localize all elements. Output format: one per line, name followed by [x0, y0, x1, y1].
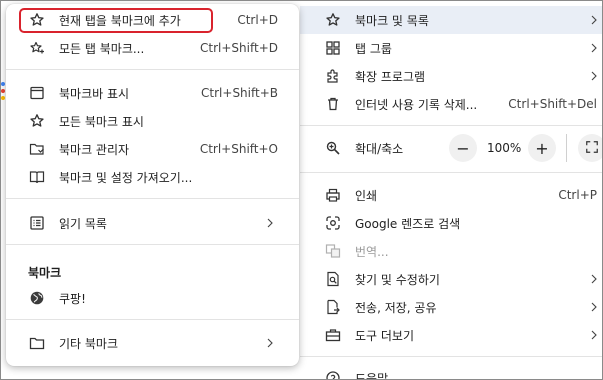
extension-icon [324, 67, 342, 85]
star-icon [324, 11, 342, 29]
chevron-right-icon [589, 328, 599, 342]
menu-item-send-save-share[interactable]: 전송, 저장, 공유 [300, 293, 603, 321]
menu-item-label: 도구 더보기 [355, 328, 415, 343]
zoom-level: 100% [487, 141, 522, 155]
highlight-box [19, 8, 213, 33]
submenu-item-bookmark-coupang[interactable]: 쿠팡! [6, 284, 299, 312]
bookmarks-submenu: 현재 탭을 북마크에 추가 Ctrl+D 모든 탭 북마크... Ctrl+Sh… [6, 4, 299, 366]
menu-item-find-and-edit[interactable]: 찾기 및 수정하기 [300, 265, 603, 293]
submenu-item-label: 읽기 목록 [59, 216, 107, 231]
menu-item-label: 찾기 및 수정하기 [355, 272, 440, 287]
menu-item-label: 번역... [355, 244, 389, 259]
folder-icon [28, 334, 46, 352]
menu-item-tab-groups[interactable]: 탭 그룹 [300, 34, 603, 62]
reading-list-icon [28, 214, 46, 232]
folder-manage-icon [28, 140, 46, 158]
chrome-main-menu: 북마크 및 목록 탭 그룹 확장 프로그램 인터넷 사용 기록 삭제... Ct… [300, 0, 603, 380]
submenu-item-bookmark-manager[interactable]: 북마크 관리자 Ctrl+Shift+O [6, 135, 299, 163]
submenu-item-label: 모든 탭 북마크... [59, 41, 145, 56]
menu-item-label: 탭 그룹 [355, 41, 392, 56]
menu-item-clear-browsing-data[interactable]: 인터넷 사용 기록 삭제... Ctrl+Shift+Del [300, 90, 603, 118]
chevron-right-icon [589, 13, 599, 27]
submenu-item-import-bookmarks[interactable]: 북마크 및 설정 가져오기... [6, 163, 299, 191]
toolbox-icon [324, 326, 342, 344]
globe-icon [28, 289, 46, 307]
chevron-right-icon [265, 216, 275, 230]
star-multiple-icon [28, 39, 46, 57]
zoom-divider [566, 134, 567, 162]
zoom-in-button[interactable]: + [528, 134, 556, 162]
import-book-icon [28, 168, 46, 186]
menu-item-label: 인쇄 [355, 188, 378, 203]
menu-item-help[interactable]: 도움말 [300, 364, 603, 380]
menu-separator [300, 356, 603, 357]
submenu-separator [6, 319, 299, 320]
submenu-item-label: 북마크바 표시 [59, 86, 130, 101]
submenu-separator [6, 244, 299, 245]
menu-item-bookmarks-and-lists[interactable]: 북마크 및 목록 [300, 6, 603, 34]
trash-icon [324, 95, 342, 113]
menu-item-label: Google 렌즈로 검색 [355, 216, 461, 231]
bookmark-bar-icon [28, 84, 46, 102]
chevron-right-icon [589, 69, 599, 83]
menu-item-extensions[interactable]: 확장 프로그램 [300, 62, 603, 90]
menu-item-google-lens[interactable]: Google 렌즈로 검색 [300, 209, 603, 237]
google-lens-icon [324, 214, 342, 232]
menu-item-label: 북마크 및 목록 [355, 13, 429, 28]
menu-item-label: 전송, 저장, 공유 [355, 300, 437, 315]
chevron-right-icon [589, 300, 599, 314]
share-icon [324, 298, 342, 316]
submenu-separator [6, 198, 299, 199]
submenu-item-label: 기타 북마크 [59, 336, 119, 351]
menu-item-label: 확장 프로그램 [355, 69, 426, 84]
menu-separator [300, 125, 603, 126]
shortcut-text: Ctrl+Shift+B [201, 86, 278, 100]
menu-item-label: 확대/축소 [355, 141, 404, 156]
zoom-icon [324, 139, 342, 157]
help-icon [324, 369, 342, 380]
submenu-item-show-bookmarks-bar[interactable]: 북마크바 표시 Ctrl+Shift+B [6, 79, 299, 107]
submenu-item-label: 모든 북마크 표시 [59, 114, 144, 129]
shortcut-text: Ctrl+Shift+D [200, 41, 278, 55]
print-icon [324, 186, 342, 204]
translate-icon [324, 242, 342, 260]
chevron-right-icon [589, 41, 599, 55]
menu-item-print[interactable]: 인쇄 Ctrl+P [300, 181, 603, 209]
menu-item-more-tools[interactable]: 도구 더보기 [300, 321, 603, 349]
menu-item-label: 인터넷 사용 기록 삭제... [355, 97, 478, 112]
submenu-item-label: 북마크 관리자 [59, 142, 130, 157]
submenu-separator [6, 69, 299, 70]
submenu-item-show-all-bookmarks[interactable]: 모든 북마크 표시 [6, 107, 299, 135]
submenu-item-bookmark-all-tabs[interactable]: 모든 탭 북마크... Ctrl+Shift+D [6, 34, 299, 62]
menu-item-label: 도움말 [355, 371, 389, 380]
shortcut-text: Ctrl+Shift+Del [508, 97, 597, 111]
find-icon [324, 270, 342, 288]
submenu-item-label: 쿠팡! [59, 291, 86, 306]
chevron-right-icon [589, 272, 599, 286]
shortcut-text: Ctrl+P [558, 188, 597, 202]
tab-groups-icon [324, 39, 342, 57]
chevron-right-icon [265, 336, 275, 350]
zoom-out-button[interactable]: − [449, 134, 477, 162]
submenu-item-reading-list[interactable]: 읽기 목록 [6, 209, 299, 237]
shortcut-text: Ctrl+Shift+O [199, 142, 278, 156]
menu-item-translate[interactable]: 번역... [300, 237, 603, 265]
shortcut-text: Ctrl+D [237, 13, 278, 27]
submenu-item-other-bookmarks[interactable]: 기타 북마크 [6, 329, 299, 357]
fullscreen-button[interactable] [578, 134, 603, 162]
star-icon [28, 112, 46, 130]
menu-separator [300, 172, 603, 173]
bookmarks-heading: 북마크 [28, 266, 62, 280]
submenu-item-label: 북마크 및 설정 가져오기... [59, 170, 193, 185]
fullscreen-icon [585, 140, 599, 157]
